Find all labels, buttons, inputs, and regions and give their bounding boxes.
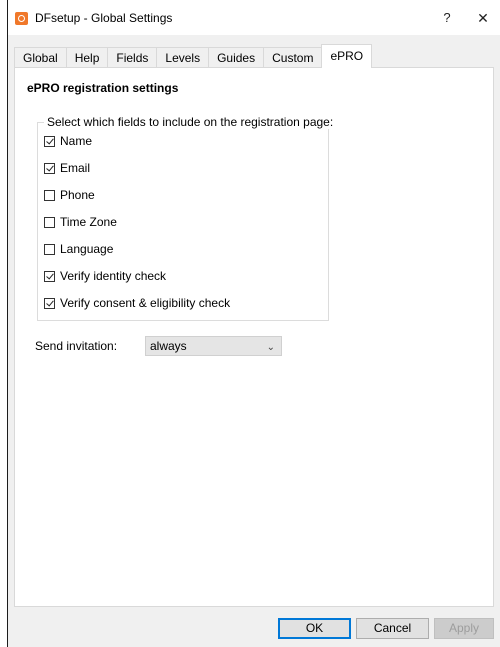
checkbox-checked-icon[interactable] [44,135,55,147]
checkbox-checked-icon[interactable] [44,270,55,282]
tab-epro[interactable]: ePRO [321,44,373,68]
send-invitation-select[interactable]: always ⌄ [145,336,282,356]
window-title: DFsetup - Global Settings [35,11,173,25]
field-label: Phone [60,188,95,202]
field-name-option[interactable]: Name [44,133,92,149]
field-label: Verify consent & eligibility check [60,296,231,310]
help-button[interactable]: ? [432,7,462,29]
close-button[interactable]: ✕ [468,7,498,29]
cancel-button[interactable]: Cancel [356,618,429,639]
checkbox-unchecked-icon[interactable] [44,243,55,255]
ok-button[interactable]: OK [278,618,351,639]
settings-dialog: DFsetup - Global Settings ? ✕ Global Hel… [7,0,500,647]
field-label: Verify identity check [60,269,167,283]
tab-fields[interactable]: Fields [107,47,158,68]
send-invitation-label: Send invitation: [35,339,118,353]
field-label: Language [60,242,114,256]
group-label: Select which fields to include on the re… [44,115,337,129]
panel-title: ePRO registration settings [27,81,179,95]
apply-button[interactable]: Apply [434,618,494,639]
send-invitation-row: Send invitation: always ⌄ [35,335,282,357]
field-label: Email [60,161,91,175]
epro-panel: ePRO registration settings Select which … [14,67,494,607]
registration-fields-group: Select which fields to include on the re… [37,115,337,321]
field-language-option[interactable]: Language [44,241,113,257]
title-bar: DFsetup - Global Settings ? ✕ [8,0,500,35]
field-phone-option[interactable]: Phone [44,187,95,203]
checkbox-checked-icon[interactable] [44,162,55,174]
select-value: always [150,339,187,353]
tab-bar: Global Help Fields Levels Guides Custom … [14,44,373,68]
checkbox-unchecked-icon[interactable] [44,189,55,201]
field-label: Time Zone [60,215,117,229]
tab-guides[interactable]: Guides [208,47,265,68]
field-label: Name [60,134,93,148]
app-icon [15,12,28,25]
tab-help[interactable]: Help [65,47,109,68]
tab-custom[interactable]: Custom [263,47,323,68]
checkbox-checked-icon[interactable] [44,297,55,309]
checkbox-unchecked-icon[interactable] [44,216,55,228]
field-verify-identity-option[interactable]: Verify identity check [44,268,166,284]
tab-levels[interactable]: Levels [156,47,210,68]
field-verify-consent-option[interactable]: Verify consent & eligibility check [44,295,230,311]
field-timezone-option[interactable]: Time Zone [44,214,117,230]
chevron-down-icon: ⌄ [266,342,275,353]
tab-global[interactable]: Global [14,47,67,68]
field-email-option[interactable]: Email [44,160,90,176]
